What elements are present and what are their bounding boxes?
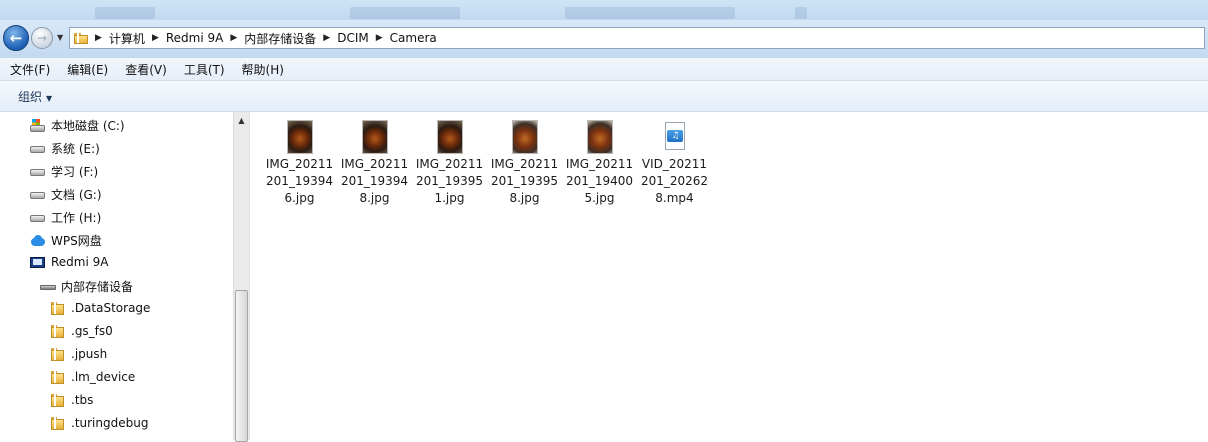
chevron-down-icon: ▼ (46, 93, 53, 103)
tree-item-label: 本地磁盘 (C:) (51, 119, 125, 133)
menu-view[interactable]: 查看(V) (115, 61, 174, 78)
menu-file[interactable]: 文件(F) (0, 61, 57, 78)
folder-icon (50, 347, 66, 361)
tree-item-drive-h[interactable]: 工作 (H:) (30, 209, 101, 226)
menu-tools[interactable]: 工具(T) (174, 61, 232, 78)
file-name: IMG_20211201_193951.jpg (415, 157, 484, 205)
recent-pages-dropdown[interactable]: ▼ (57, 33, 63, 42)
back-arrow-icon: ← (9, 29, 23, 47)
menu-edit[interactable]: 编辑(E) (57, 61, 115, 78)
blurred-tab-4 (795, 7, 807, 19)
phone-icon (30, 255, 46, 269)
folder-icon (50, 301, 66, 315)
file-name: IMG_20211201_194005.jpg (565, 157, 634, 205)
breadcrumb-separator-icon[interactable]: ▶ (376, 33, 383, 43)
organize-button[interactable]: 组织 ▼ (18, 88, 52, 105)
tree-item-internal-storage[interactable]: 内部存储设备 (40, 278, 133, 295)
file-item[interactable]: IMG_20211201_193946.jpg (262, 118, 337, 207)
scroll-up-arrow-icon[interactable]: ▲ (234, 112, 249, 128)
breadcrumb-item[interactable]: Redmi 9A (166, 31, 223, 45)
tree-item-redmi[interactable]: Redmi 9A (30, 255, 108, 269)
tree-item-label: .DataStorage (71, 301, 151, 315)
image-thumbnail (286, 120, 313, 154)
command-bar: 组织 ▼ (0, 81, 1208, 112)
breadcrumb-separator-icon[interactable]: ▶ (230, 33, 237, 43)
tree-item-drive-g[interactable]: 文档 (G:) (30, 186, 102, 203)
drive-icon (30, 188, 46, 202)
file-name: VID_20211201_202628.mp4 (640, 157, 709, 205)
forward-button[interactable]: → (31, 27, 53, 49)
tree-item-label: 学习 (F:) (51, 165, 99, 179)
tree-item-label: .jpush (71, 347, 108, 361)
breadcrumb-separator-icon[interactable]: ▶ (95, 33, 102, 43)
tree-item-label: .gs_fs0 (71, 324, 113, 338)
breadcrumb-item[interactable]: DCIM (337, 31, 369, 45)
tree-item-drive-c[interactable]: 本地磁盘 (C:) (30, 117, 125, 134)
navigation-bar: ← → ▼ ▶ 计算机 ▶ Redmi 9A ▶ 内部存储设备 ▶ DCIM ▶… (0, 20, 1208, 58)
organize-label: 组织 (18, 89, 43, 104)
tree-item-drive-f[interactable]: 学习 (F:) (30, 163, 98, 180)
breadcrumb-separator-icon[interactable]: ▶ (323, 33, 330, 43)
folder-icon (74, 32, 88, 44)
menu-bar: 文件(F) 编辑(E) 查看(V) 工具(T) 帮助(H) (0, 58, 1208, 81)
image-thumbnail (436, 120, 463, 154)
folder-icon (50, 370, 66, 384)
file-item[interactable]: IMG_20211201_193951.jpg (412, 118, 487, 207)
breadcrumb-item[interactable]: 内部存储设备 (244, 30, 316, 47)
file-item[interactable]: IMG_20211201_193958.jpg (487, 118, 562, 207)
blurred-tab-1 (95, 7, 155, 19)
tree-item-label: 文档 (G:) (51, 188, 102, 202)
back-button[interactable]: ← (3, 25, 29, 51)
navigation-pane-scrollbar[interactable]: ▲ (233, 112, 249, 442)
breadcrumb-item[interactable]: 计算机 (109, 30, 145, 47)
blurred-tab-2 (350, 7, 460, 19)
menu-help[interactable]: 帮助(H) (232, 61, 291, 78)
tree-item-folder[interactable]: .gs_fs0 (50, 324, 113, 338)
tree-item-folder[interactable]: .lm_device (50, 370, 135, 384)
storage-icon (40, 280, 56, 294)
drive-icon (30, 211, 46, 225)
tree-item-label: .turingdebug (71, 416, 149, 430)
image-thumbnail (586, 120, 613, 154)
file-item[interactable]: ♫ VID_20211201_202628.mp4 (637, 118, 712, 207)
image-thumbnail (511, 120, 538, 154)
file-list-pane: IMG_20211201_193946.jpg IMG_20211201_193… (250, 112, 1208, 440)
tree-item-label: Redmi 9A (51, 255, 109, 269)
system-drive-icon (30, 118, 46, 133)
cloud-icon (30, 234, 46, 248)
folder-icon (50, 324, 66, 338)
drive-icon (30, 142, 46, 156)
tree-item-folder[interactable]: .DataStorage (50, 301, 150, 315)
address-bar[interactable]: ▶ 计算机 ▶ Redmi 9A ▶ 内部存储设备 ▶ DCIM ▶ Camer… (69, 27, 1205, 49)
file-name: IMG_20211201_193948.jpg (340, 157, 409, 205)
tree-item-label: WPS网盘 (51, 234, 102, 248)
blurred-tab-3 (565, 7, 735, 19)
video-file-icon: ♫ (663, 122, 687, 152)
folder-icon (50, 393, 66, 407)
tree-item-folder[interactable]: .jpush (50, 347, 107, 361)
file-item[interactable]: IMG_20211201_193948.jpg (337, 118, 412, 207)
file-item[interactable]: IMG_20211201_194005.jpg (562, 118, 637, 207)
scrollbar-thumb[interactable] (235, 290, 248, 442)
image-thumbnail (361, 120, 388, 154)
folder-icon (50, 416, 66, 430)
forward-arrow-icon: → (36, 31, 48, 45)
tree-item-wps-cloud[interactable]: WPS网盘 (30, 232, 102, 249)
navigation-pane: 本地磁盘 (C:) 系统 (E:) 学习 (F:) 文档 (G:) 工作 (H:… (0, 112, 250, 440)
tree-item-folder[interactable]: .turingdebug (50, 416, 148, 430)
tree-item-folder[interactable]: .tbs (50, 393, 93, 407)
tree-item-label: 系统 (E:) (51, 142, 100, 156)
drive-icon (30, 165, 46, 179)
tree-item-label: .tbs (71, 393, 94, 407)
file-name: IMG_20211201_193958.jpg (490, 157, 559, 205)
breadcrumb-separator-icon[interactable]: ▶ (152, 33, 159, 43)
tree-item-label: 内部存储设备 (61, 280, 134, 294)
tree-item-label: .lm_device (71, 370, 136, 384)
tree-item-drive-e[interactable]: 系统 (E:) (30, 140, 100, 157)
file-name: IMG_20211201_193946.jpg (265, 157, 334, 205)
breadcrumb-item[interactable]: Camera (390, 31, 437, 45)
tree-item-label: 工作 (H:) (51, 211, 102, 225)
